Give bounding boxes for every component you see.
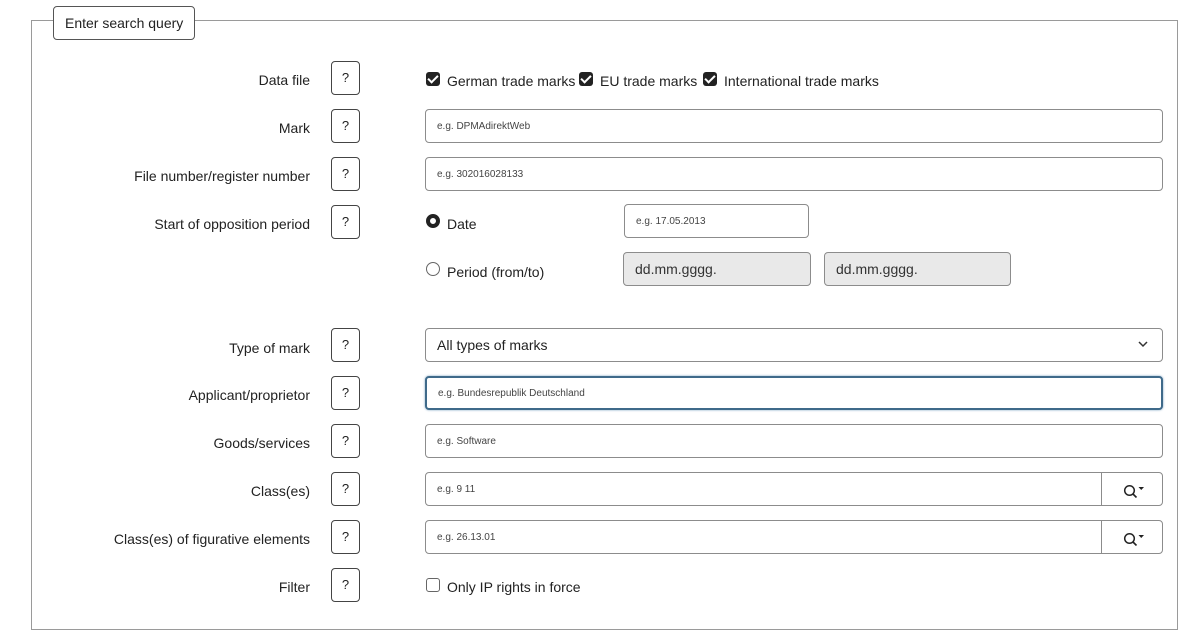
type-of-mark-selected: All types of marks (437, 337, 548, 353)
eu-trade-marks-label[interactable]: EU trade marks (600, 72, 697, 90)
figurative-elements-input[interactable] (425, 520, 1102, 554)
help-button-applicant[interactable]: ? (331, 376, 360, 410)
radio-date[interactable] (426, 214, 440, 228)
international-trade-marks-label[interactable]: International trade marks (724, 72, 879, 90)
classes-lookup-button[interactable] (1101, 472, 1163, 506)
data-file-label: Data file (258, 72, 310, 88)
goods-services-label: Goods/services (213, 435, 310, 451)
type-of-mark-label: Type of mark (229, 340, 310, 356)
mark-label: Mark (278, 120, 310, 136)
opposition-period-label: Start of opposition period (154, 216, 310, 232)
help-button-mark[interactable]: ? (331, 109, 360, 143)
help-button-opposition-period[interactable]: ? (331, 205, 360, 239)
radio-period[interactable] (426, 262, 440, 276)
help-button-type-of-mark[interactable]: ? (331, 328, 360, 362)
applicant-label: Applicant/proprietor (188, 387, 310, 403)
type-of-mark-select[interactable]: All types of marks (425, 328, 1163, 362)
checkbox-only-ip-rights-in-force[interactable] (426, 578, 440, 592)
only-ip-rights-label[interactable]: Only IP rights in force (447, 578, 581, 596)
help-button-figurative-elements[interactable]: ? (331, 520, 360, 554)
filter-label: Filter (278, 579, 310, 595)
form-legend: Enter search query (53, 6, 196, 40)
figurative-elements-label: Class(es) of figurative elements (113, 531, 310, 547)
help-button-filter[interactable]: ? (331, 568, 360, 602)
checkbox-international-trade-marks[interactable] (703, 72, 717, 86)
classes-input[interactable] (425, 472, 1102, 506)
help-button-file-number[interactable]: ? (331, 157, 360, 191)
checkbox-german-trade-marks[interactable] (426, 72, 440, 86)
opposition-date-input[interactable] (624, 204, 809, 238)
search-icon (1123, 484, 1144, 498)
period-from-input[interactable] (623, 252, 811, 286)
help-button-goods-services[interactable]: ? (331, 424, 360, 458)
goods-services-input[interactable] (425, 424, 1163, 458)
checkbox-eu-trade-marks[interactable] (579, 72, 593, 86)
period-option-label[interactable]: Period (from/to) (447, 263, 544, 281)
date-option-label[interactable]: Date (447, 215, 477, 233)
file-number-input[interactable] (425, 157, 1163, 191)
chevron-down-icon (1138, 341, 1148, 348)
help-button-classes[interactable]: ? (331, 472, 360, 506)
figurative-lookup-button[interactable] (1101, 520, 1163, 554)
help-button-data-file[interactable]: ? (331, 61, 360, 95)
search-icon (1123, 532, 1144, 546)
file-number-label: File number/register number (134, 168, 310, 184)
period-to-input[interactable] (824, 252, 1011, 286)
mark-input[interactable] (425, 109, 1163, 143)
german-trade-marks-label[interactable]: German trade marks (447, 72, 575, 90)
classes-label: Class(es) (250, 483, 310, 499)
applicant-input[interactable] (425, 376, 1163, 410)
